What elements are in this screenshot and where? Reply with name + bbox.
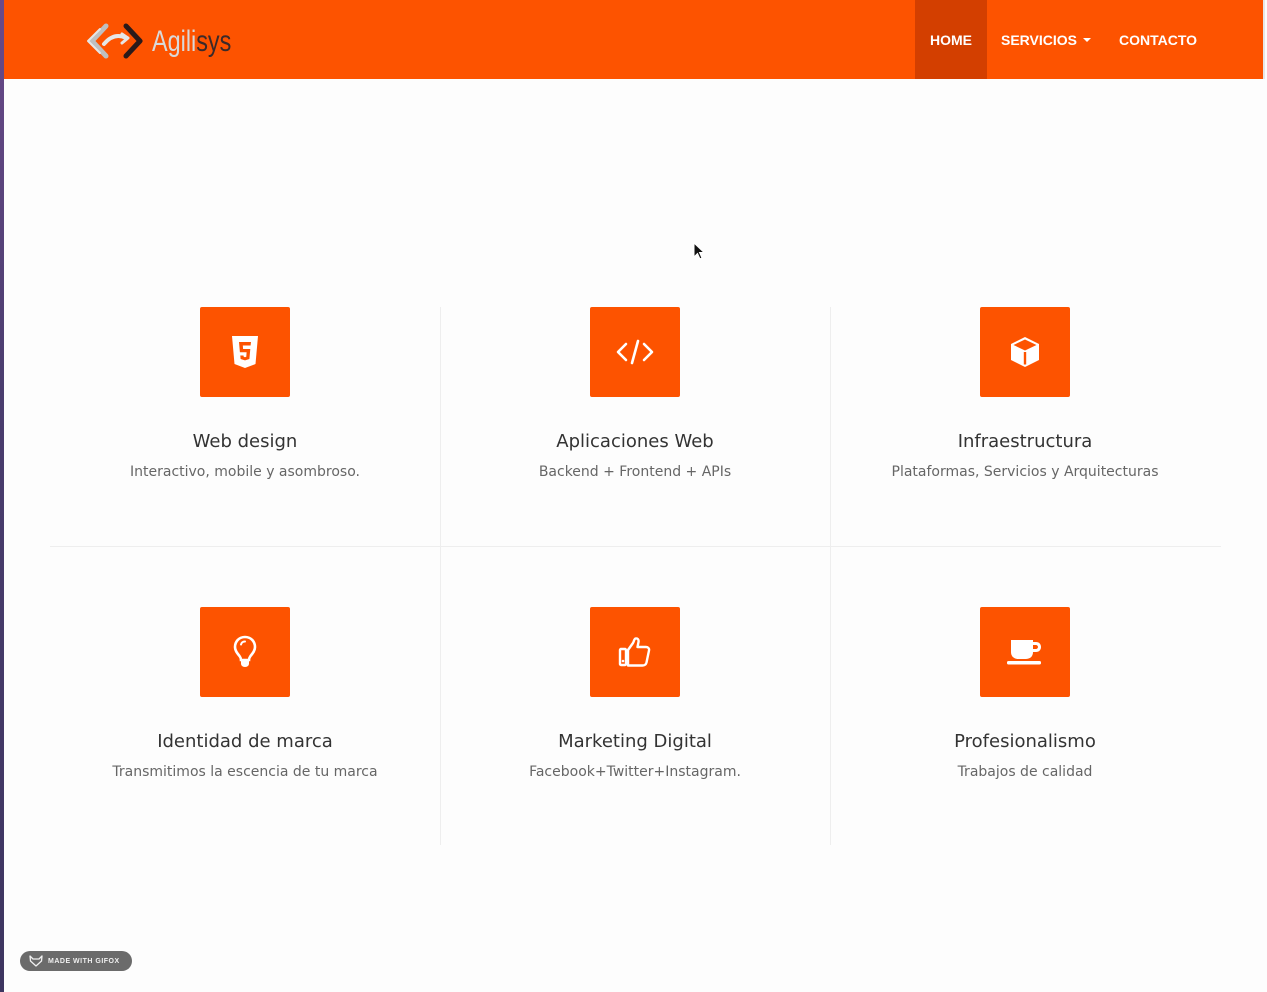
service-description: Trabajos de calidad	[957, 764, 1093, 780]
grid-divider-horizontal	[50, 546, 1221, 547]
service-card-aplicaciones-web: Aplicaciones Web Backend + Frontend + AP…	[440, 307, 830, 481]
service-icon-box	[980, 307, 1070, 397]
nav-item-label: SERVICIOS	[1001, 31, 1077, 48]
brand-logo[interactable]: Agilisys	[82, 20, 254, 64]
service-card-marketing-digital: Marketing Digital Facebook+Twitter+Insta…	[440, 607, 830, 781]
agilisys-logo-icon	[87, 23, 143, 59]
service-icon-box	[980, 607, 1070, 697]
thumbs-up-icon	[618, 637, 651, 667]
service-title: Identidad de marca	[157, 731, 333, 752]
window-edge-right	[1263, 0, 1265, 79]
service-card-infraestructura: Infraestructura Plataformas, Servicios y…	[830, 307, 1220, 481]
service-title: Profesionalismo	[954, 731, 1096, 752]
service-title: Infraestructura	[957, 431, 1093, 452]
html5-icon	[232, 336, 258, 368]
nav-item-home[interactable]: HOME	[915, 0, 987, 79]
service-description: Plataformas, Servicios y Arquitecturas	[891, 464, 1159, 480]
gifox-watermark-badge: MADE WITH GIFOX	[20, 951, 132, 971]
service-title: Marketing Digital	[558, 731, 712, 752]
service-icon-box	[590, 307, 680, 397]
caret-down-icon	[1083, 37, 1091, 42]
lightbulb-icon	[233, 635, 257, 667]
service-description: Interactivo, mobile y asombroso.	[130, 464, 360, 480]
nav-item-label: HOME	[930, 31, 972, 48]
main-nav: HOME SERVICIOS CONTACTO	[915, 0, 1211, 79]
brand-name: Agilisys	[152, 20, 231, 64]
service-card-profesionalismo: Profesionalismo Trabajos de calidad	[830, 607, 1220, 781]
service-icon-box	[200, 307, 290, 397]
service-title: Web design	[192, 431, 298, 452]
gifox-fox-icon	[29, 955, 43, 967]
service-description: Backend + Frontend + APIs	[538, 464, 732, 480]
service-card-web-design: Web design Interactivo, mobile y asombro…	[50, 307, 440, 481]
code-icon	[616, 339, 654, 365]
navbar: Agilisys HOME SERVICIOS CONTACTO	[4, 0, 1265, 79]
cube-icon	[1011, 337, 1039, 367]
service-card-identidad-de-marca: Identidad de marca Transmitimos la escen…	[50, 607, 440, 781]
service-icon-box	[200, 607, 290, 697]
service-description: Transmitimos la escencia de tu marca	[112, 764, 378, 780]
nav-item-label: CONTACTO	[1119, 31, 1198, 48]
service-title: Aplicaciones Web	[556, 431, 714, 452]
coffee-cup-icon	[1007, 640, 1041, 665]
gifox-watermark-text: MADE WITH GIFOX	[48, 957, 120, 965]
window-edge	[0, 0, 4, 992]
nav-item-servicios[interactable]: SERVICIOS	[987, 0, 1105, 79]
mouse-cursor-icon	[693, 242, 705, 260]
brand-name-part1: Agili	[152, 25, 197, 58]
brand-name-part2: sys	[196, 25, 232, 58]
service-description: Facebook+Twitter+Instagram.	[529, 764, 741, 780]
service-icon-box	[590, 607, 680, 697]
nav-item-contacto[interactable]: CONTACTO	[1105, 0, 1211, 79]
